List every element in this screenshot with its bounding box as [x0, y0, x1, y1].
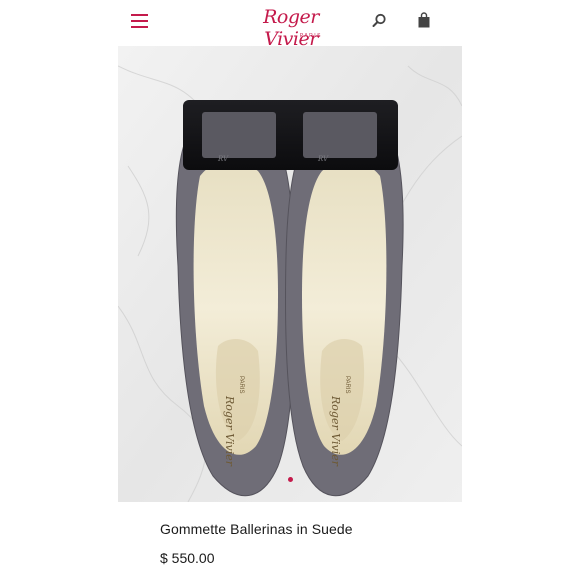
- menu-icon-bar: [131, 14, 148, 16]
- product-price: $ 550.00: [160, 550, 215, 566]
- search-icon[interactable]: [372, 13, 387, 28]
- brand-logo-paris: PARIS: [299, 33, 322, 39]
- brand-logo-script: Roger Vivier: [263, 6, 319, 50]
- left-buckle-monogram: RV: [217, 155, 229, 163]
- product-name[interactable]: Gommette Ballerinas in Suede: [160, 521, 353, 537]
- site-header: Roger Vivier PARIS: [0, 0, 580, 50]
- right-buckle-monogram: RV: [317, 155, 329, 163]
- carousel-indicator[interactable]: [118, 469, 462, 482]
- menu-icon[interactable]: [131, 14, 148, 28]
- carousel-dot-active[interactable]: [287, 477, 293, 482]
- brand-logo[interactable]: Roger Vivier PARIS: [236, 6, 346, 50]
- right-insole-script: Roger Vivier: [329, 395, 342, 467]
- right-insole-paris: PARIS: [344, 376, 350, 394]
- product-photo: PARIS Roger Vivier RV PARIS Roger Vivier…: [118, 46, 462, 502]
- shopping-bag-icon[interactable]: [417, 12, 431, 28]
- menu-icon-bar: [131, 20, 148, 22]
- menu-icon-bar: [131, 26, 148, 28]
- product-image[interactable]: PARIS Roger Vivier RV PARIS Roger Vivier…: [118, 46, 462, 502]
- left-insole-paris: PARIS: [238, 376, 244, 394]
- left-insole-script: Roger Vivier: [223, 395, 236, 467]
